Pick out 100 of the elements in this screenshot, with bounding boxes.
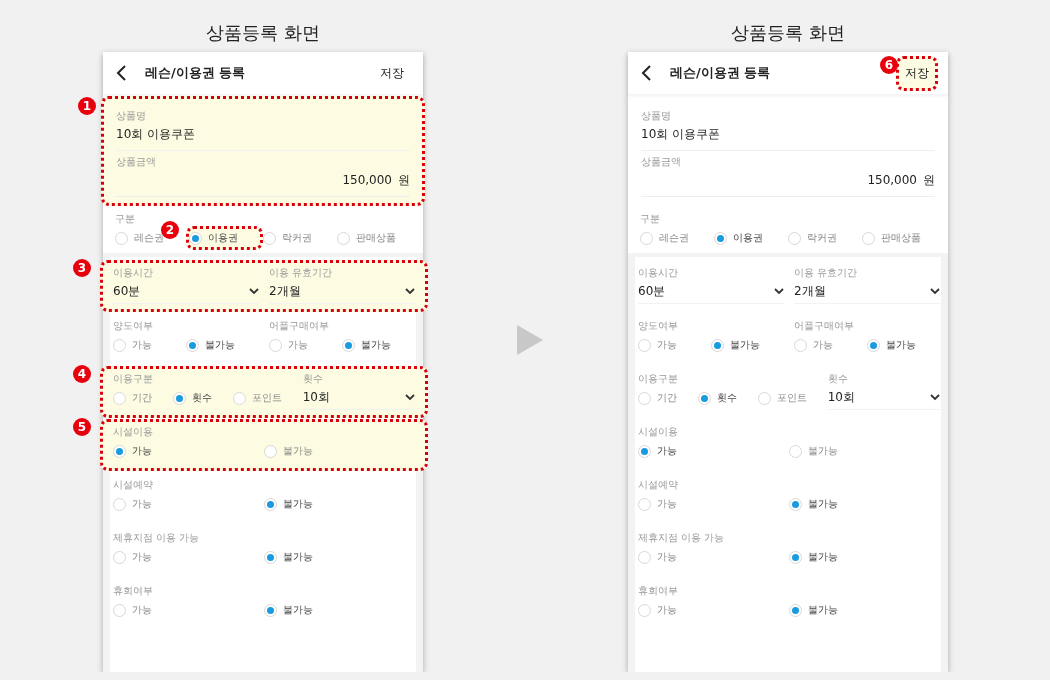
radio-button[interactable] xyxy=(794,338,807,352)
dropdown-field[interactable]: 2개월 xyxy=(794,280,940,304)
field-label: 이용시간 xyxy=(638,266,679,280)
field-label: 구분 xyxy=(115,212,136,226)
field-label: 이용구분 xyxy=(638,372,679,386)
radio-dot xyxy=(267,553,274,561)
back-icon[interactable] xyxy=(115,65,129,81)
radio-button[interactable] xyxy=(264,603,277,617)
radio-button[interactable] xyxy=(638,391,651,405)
radio-button[interactable] xyxy=(789,497,802,511)
save-button[interactable]: 저장 xyxy=(896,55,938,91)
radio-button[interactable] xyxy=(115,231,128,245)
field-label: 횟수 xyxy=(827,372,849,386)
field-label: 양도여부 xyxy=(113,319,154,333)
chevron-down-icon xyxy=(405,287,415,295)
radio-button[interactable] xyxy=(867,338,880,352)
radio-dot xyxy=(717,234,724,242)
option-label: 가능 xyxy=(132,444,152,458)
radio-button[interactable] xyxy=(862,231,875,245)
field-label: 양도여부 xyxy=(638,319,679,333)
radio-button[interactable] xyxy=(113,497,126,511)
option-label: 불가능 xyxy=(808,550,838,564)
dropdown-field[interactable]: 60분 xyxy=(113,280,259,304)
option-label: 가능 xyxy=(132,550,152,564)
option-label: 불가능 xyxy=(808,603,838,617)
save-button[interactable]: 저장 xyxy=(371,55,413,91)
radio-button[interactable] xyxy=(232,391,246,405)
radio-button[interactable] xyxy=(172,391,186,405)
option-label: 불가능 xyxy=(361,338,391,352)
option-label: 판매상품 xyxy=(881,231,921,245)
radio-button[interactable] xyxy=(342,338,355,352)
option-label: 가능 xyxy=(657,603,677,617)
field-label: 이용시간 xyxy=(113,266,154,280)
radio-button[interactable] xyxy=(113,338,126,352)
radio-button[interactable] xyxy=(113,391,126,405)
dropdown-field[interactable]: 10회 xyxy=(827,386,940,410)
option-label: 포인트 xyxy=(251,391,282,405)
radio-button[interactable] xyxy=(638,603,651,617)
radio-button[interactable] xyxy=(264,497,277,511)
field-label: 구분 xyxy=(640,212,661,226)
back-icon[interactable] xyxy=(640,65,654,81)
option-label: 불가능 xyxy=(283,603,313,617)
price-field[interactable]: 150,000 원 xyxy=(641,169,935,191)
radio-button[interactable] xyxy=(113,444,126,458)
radio-button[interactable] xyxy=(697,391,711,405)
option-label: 가능 xyxy=(657,550,677,564)
radio-dot xyxy=(792,606,799,614)
field-label: 휴회여부 xyxy=(113,584,154,598)
option-label: 불가능 xyxy=(283,444,313,458)
radio-button[interactable] xyxy=(186,338,199,352)
callout-badge: 3 xyxy=(73,259,91,277)
field-label: 어플구매여부 xyxy=(269,319,330,333)
dropdown-field[interactable]: 10회 xyxy=(302,386,415,410)
screen-caption: 상품등록 화면 xyxy=(206,21,320,45)
option-label: 락커권 xyxy=(282,231,312,245)
radio-button[interactable] xyxy=(638,338,651,352)
radio-button[interactable] xyxy=(640,231,653,245)
option-label: 기간 xyxy=(132,391,152,405)
field-label: 시설예약 xyxy=(638,478,679,492)
screen-title: 레슨/이용권 등록 xyxy=(670,64,771,82)
option-label: 가능 xyxy=(657,444,677,458)
field-label: 이용 유효기간 xyxy=(269,266,334,280)
option-label: 불가능 xyxy=(283,550,313,564)
radio-button[interactable] xyxy=(264,444,277,458)
radio-button[interactable] xyxy=(113,550,126,564)
radio-button[interactable] xyxy=(638,550,651,564)
radio-button[interactable] xyxy=(264,550,277,564)
field-label: 시설이용 xyxy=(638,425,679,439)
dropdown-field[interactable]: 60분 xyxy=(638,280,784,304)
radio-button[interactable] xyxy=(789,550,802,564)
radio-button[interactable] xyxy=(789,444,802,458)
radio-dot xyxy=(116,447,123,455)
radio-button[interactable] xyxy=(638,444,651,458)
field-label: 어플구매여부 xyxy=(794,319,855,333)
radio-button[interactable] xyxy=(189,231,202,245)
radio-button[interactable] xyxy=(337,231,350,245)
radio-button[interactable] xyxy=(113,603,126,617)
name-field[interactable]: 10회 이용쿠폰 xyxy=(116,123,410,145)
radio-button[interactable] xyxy=(757,391,771,405)
option-label: 횟수 xyxy=(716,391,737,405)
field-label: 상품금액 xyxy=(116,155,157,169)
option-label: 불가능 xyxy=(886,338,916,352)
radio-button[interactable] xyxy=(714,231,727,245)
dropdown-field[interactable]: 2개월 xyxy=(269,280,415,304)
price-field[interactable]: 150,000 원 xyxy=(116,169,410,191)
radio-dot xyxy=(267,606,274,614)
radio-button[interactable] xyxy=(711,338,724,352)
name-field[interactable]: 10회 이용쿠폰 xyxy=(641,123,935,145)
option-label: 이용권 xyxy=(208,231,238,245)
radio-dot xyxy=(714,341,721,349)
radio-button[interactable] xyxy=(788,231,801,245)
radio-dot xyxy=(870,341,877,349)
radio-button[interactable] xyxy=(263,231,276,245)
radio-button[interactable] xyxy=(789,603,802,617)
radio-button[interactable] xyxy=(638,497,651,511)
chevron-down-icon xyxy=(930,287,940,295)
option-label: 가능 xyxy=(132,603,152,617)
radio-button[interactable] xyxy=(269,338,282,352)
screen-caption: 상품등록 화면 xyxy=(731,21,845,45)
radio-dot xyxy=(189,341,196,349)
